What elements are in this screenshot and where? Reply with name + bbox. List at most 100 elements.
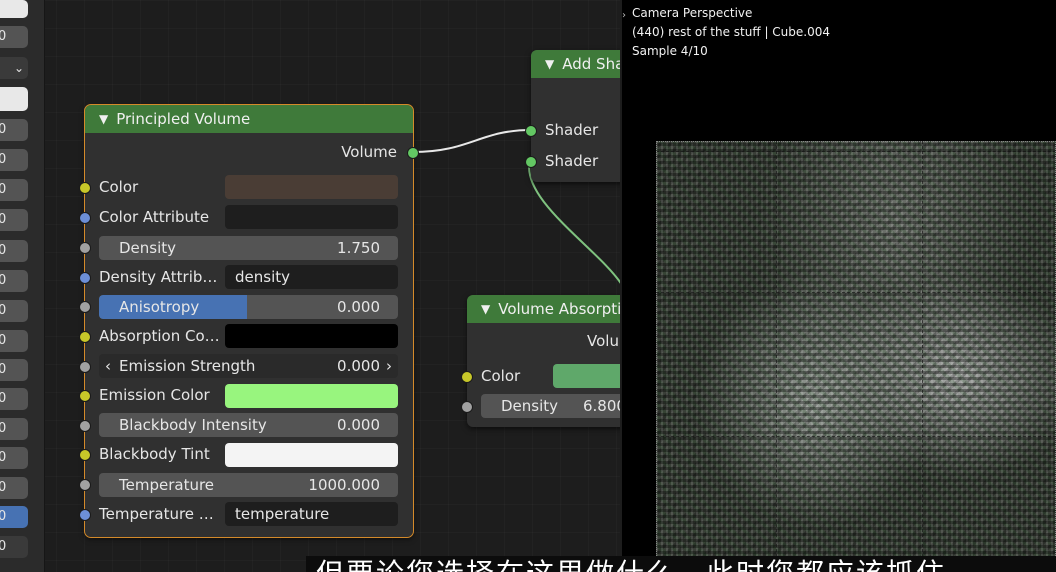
emission-color-socket[interactable] — [79, 390, 91, 402]
color-socket[interactable] — [79, 182, 91, 194]
shader-input-label-2: Shader — [545, 152, 599, 170]
temperature-attribute-socket[interactable] — [79, 509, 91, 521]
absorption-color-input-socket[interactable] — [461, 371, 473, 383]
strip-field[interactable]: 0 — [0, 179, 28, 201]
shader-input-socket-2[interactable] — [525, 156, 537, 168]
strip-field[interactable]: 0 — [0, 209, 28, 231]
node-editor[interactable]: ▼ Principled Volume Volume Color Color A… — [0, 0, 620, 572]
shader-input-socket-1[interactable] — [525, 125, 537, 137]
principled-volume-header[interactable]: ▼ Principled Volume — [85, 105, 413, 133]
temperature-attribute-field[interactable]: temperature — [225, 502, 398, 526]
density-attribute-label: Density Attrib… — [99, 268, 218, 286]
viewport-camera-label: Camera Perspective — [632, 6, 753, 20]
temperature-slider[interactable]: Temperature 1000.000 — [99, 473, 398, 497]
shader-input-label-1: Shader — [545, 121, 599, 139]
density-label: Density — [119, 239, 177, 257]
strip-field-active[interactable]: 0 — [0, 506, 28, 528]
absorption-density-label: Density — [501, 397, 559, 415]
color-attribute-field[interactable] — [225, 205, 398, 229]
render-preview — [656, 141, 1056, 572]
anisotropy-socket[interactable] — [79, 301, 91, 313]
strip-field[interactable]: 0 — [0, 388, 28, 410]
strip-field[interactable]: 0 — [0, 418, 28, 440]
temperature-label: Temperature — [119, 476, 215, 494]
volume-absorption-header[interactable]: ▼ Volume Absorptio — [467, 295, 620, 323]
chevron-right-icon[interactable]: › — [622, 10, 626, 21]
color-swatch[interactable] — [225, 175, 398, 199]
density-value: 1.750 — [337, 239, 380, 257]
add-shader-title: Add Sha — [562, 55, 620, 73]
absorption-color-input-label: Color — [481, 367, 521, 385]
collapse-chevron-icon[interactable]: ▼ — [481, 302, 490, 316]
anisotropy-slider[interactable]: Anisotropy 0.000 — [99, 295, 398, 319]
strip-field[interactable]: 0 — [0, 359, 28, 381]
volume-output-label: Volume — [341, 143, 397, 161]
emission-color-swatch[interactable] — [225, 384, 398, 408]
color-attribute-socket[interactable] — [79, 212, 91, 224]
viewport-object-label: (440) rest of the stuff | Cube.004 — [632, 25, 830, 39]
blackbody-intensity-label: Blackbody Intensity — [119, 416, 267, 434]
strip-color-field[interactable] — [0, 87, 28, 111]
emission-strength-socket[interactable] — [79, 361, 91, 373]
strip-field[interactable]: 0 — [0, 330, 28, 352]
strip-field[interactable]: 0 — [0, 270, 28, 292]
blackbody-intensity-socket[interactable] — [79, 420, 91, 432]
link-volume-to-shader — [412, 129, 532, 153]
volume-absorption-node[interactable]: ▼ Volume Absorptio Volu Color Density 6.… — [461, 295, 620, 427]
3d-viewport[interactable]: › Camera Perspective (440) rest of the s… — [622, 0, 1056, 572]
color-attribute-label: Color Attribute — [99, 208, 210, 226]
density-attribute-field[interactable]: density — [225, 265, 398, 289]
density-slider[interactable]: Density 1.750 — [99, 236, 398, 260]
density-attribute-socket[interactable] — [79, 272, 91, 284]
temperature-attribute-label: Temperature … — [99, 505, 214, 523]
emission-strength-value: 0.000 — [337, 357, 380, 375]
increment-icon[interactable]: › — [386, 354, 392, 378]
blackbody-intensity-slider[interactable]: Blackbody Intensity 0.000 — [99, 413, 398, 437]
volume-absorption-output-label: Volu — [587, 332, 619, 350]
principled-volume-node[interactable]: ▼ Principled Volume Volume Color Color A… — [79, 104, 419, 538]
strip-dropdown[interactable]: ⌄ — [0, 57, 28, 79]
video-subtitle: 但要论您选择在这里做什么，此时您都应该抓住 — [306, 556, 1056, 572]
strip-field[interactable]: 0 — [0, 149, 28, 171]
absorption-density-socket[interactable] — [461, 401, 473, 413]
viewport-sample-label: Sample 4/10 — [632, 44, 708, 58]
strip-field[interactable]: 0 — [0, 26, 28, 48]
emission-color-label: Emission Color — [99, 386, 210, 404]
strip-field[interactable]: 0 — [0, 477, 28, 499]
emission-strength-field[interactable]: ‹ Emission Strength 0.000 › — [99, 354, 398, 378]
strip-field[interactable]: 0 — [0, 240, 28, 262]
density-socket[interactable] — [79, 242, 91, 254]
strip-field[interactable]: 0 — [0, 447, 28, 469]
blackbody-tint-label: Blackbody Tint — [99, 445, 210, 463]
strip-field[interactable]: 0 — [0, 536, 28, 558]
blackbody-intensity-value: 0.000 — [337, 416, 380, 434]
render-noise — [656, 141, 1056, 572]
strip-color-field[interactable] — [0, 0, 28, 18]
collapse-chevron-icon[interactable]: ▼ — [99, 112, 108, 126]
temperature-socket[interactable] — [79, 479, 91, 491]
color-label: Color — [99, 178, 139, 196]
strip-field[interactable]: 0 — [0, 300, 28, 322]
anisotropy-label: Anisotropy — [119, 298, 200, 316]
principled-volume-title: Principled Volume — [116, 110, 251, 128]
blackbody-tint-swatch[interactable] — [225, 443, 398, 467]
absorption-color-label: Absorption Co… — [99, 327, 220, 345]
collapse-chevron-icon[interactable]: ▼ — [545, 57, 554, 71]
add-shader-node[interactable]: ▼ Add Sha Shader Shader — [525, 50, 620, 182]
blackbody-tint-socket[interactable] — [79, 449, 91, 461]
render-tile-line — [656, 436, 1056, 437]
absorption-density-slider[interactable]: Density 6.800 — [481, 394, 620, 418]
absorption-color-socket[interactable] — [79, 331, 91, 343]
render-tile-line — [656, 292, 1056, 293]
viewport-overlay-text: Camera Perspective (440) rest of the stu… — [632, 4, 830, 61]
volume-output-socket[interactable] — [407, 147, 419, 159]
absorption-color-swatch[interactable] — [225, 324, 398, 348]
temperature-value: 1000.000 — [308, 476, 380, 494]
volume-absorption-title: Volume Absorptio — [498, 300, 620, 318]
anisotropy-value: 0.000 — [337, 298, 380, 316]
decrement-icon[interactable]: ‹ — [105, 354, 111, 378]
add-shader-header[interactable]: ▼ Add Sha — [531, 50, 620, 78]
render-tile-line — [656, 151, 1056, 152]
absorption-color-input-swatch[interactable] — [553, 364, 620, 388]
strip-field[interactable]: 0 — [0, 119, 28, 141]
